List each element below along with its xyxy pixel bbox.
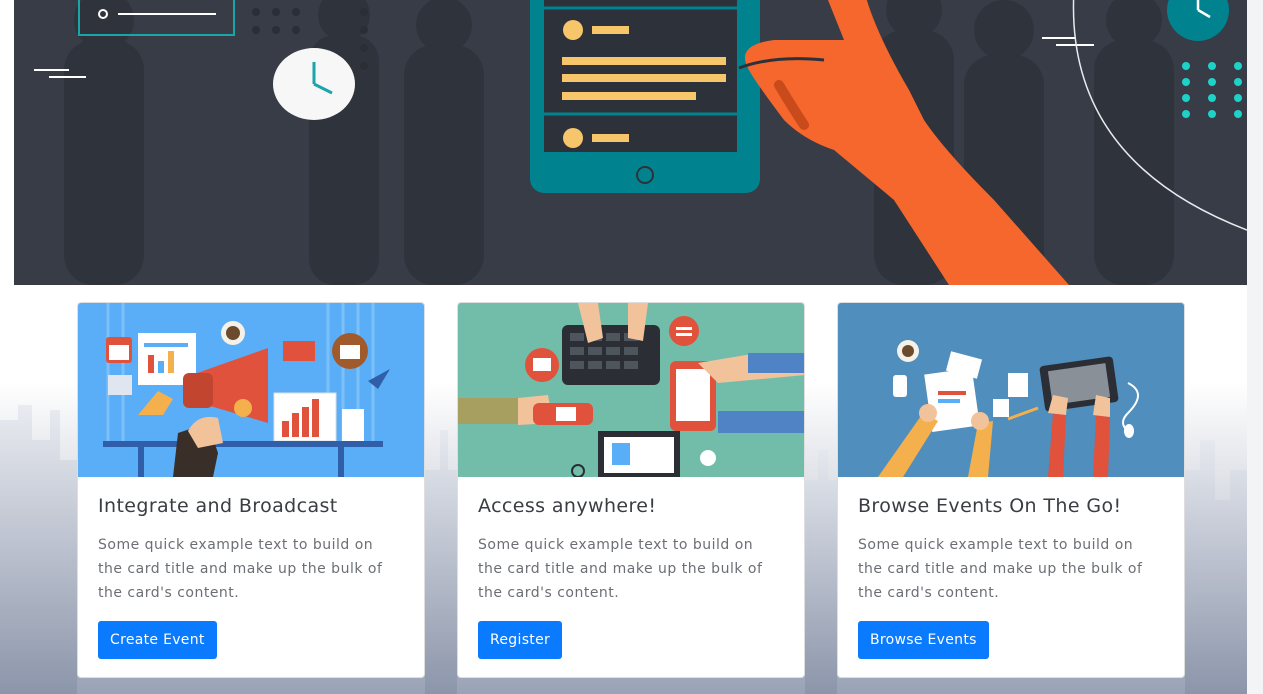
card-title: Browse Events On The Go! xyxy=(858,495,1122,517)
card-text: Some quick example text to build on the … xyxy=(478,537,763,601)
megaphone-illustration xyxy=(78,303,424,477)
create-event-button[interactable]: Create Event xyxy=(98,621,217,659)
card-title: Integrate and Broadcast xyxy=(98,495,338,517)
desk-laptop-illustration xyxy=(838,303,1184,477)
hero-illustration xyxy=(14,0,1247,285)
card-browse-events: Browse Events On The Go! Some quick exam… xyxy=(837,302,1185,678)
card-access-anywhere: Access anywhere! Some quick example text… xyxy=(457,302,805,678)
hero-banner xyxy=(14,0,1247,285)
tablet-illustration xyxy=(530,0,760,193)
browse-events-button[interactable]: Browse Events xyxy=(858,621,989,659)
scrollbar-track[interactable] xyxy=(1247,0,1263,694)
devices-illustration xyxy=(458,303,804,477)
register-button[interactable]: Register xyxy=(478,621,563,659)
card-integrate-broadcast: Integrate and Broadcast Some quick examp… xyxy=(77,302,425,678)
card-text: Some quick example text to build on the … xyxy=(98,537,383,601)
card-text: Some quick example text to build on the … xyxy=(858,537,1143,601)
card-title: Access anywhere! xyxy=(478,495,657,517)
clock-icon xyxy=(273,48,355,120)
